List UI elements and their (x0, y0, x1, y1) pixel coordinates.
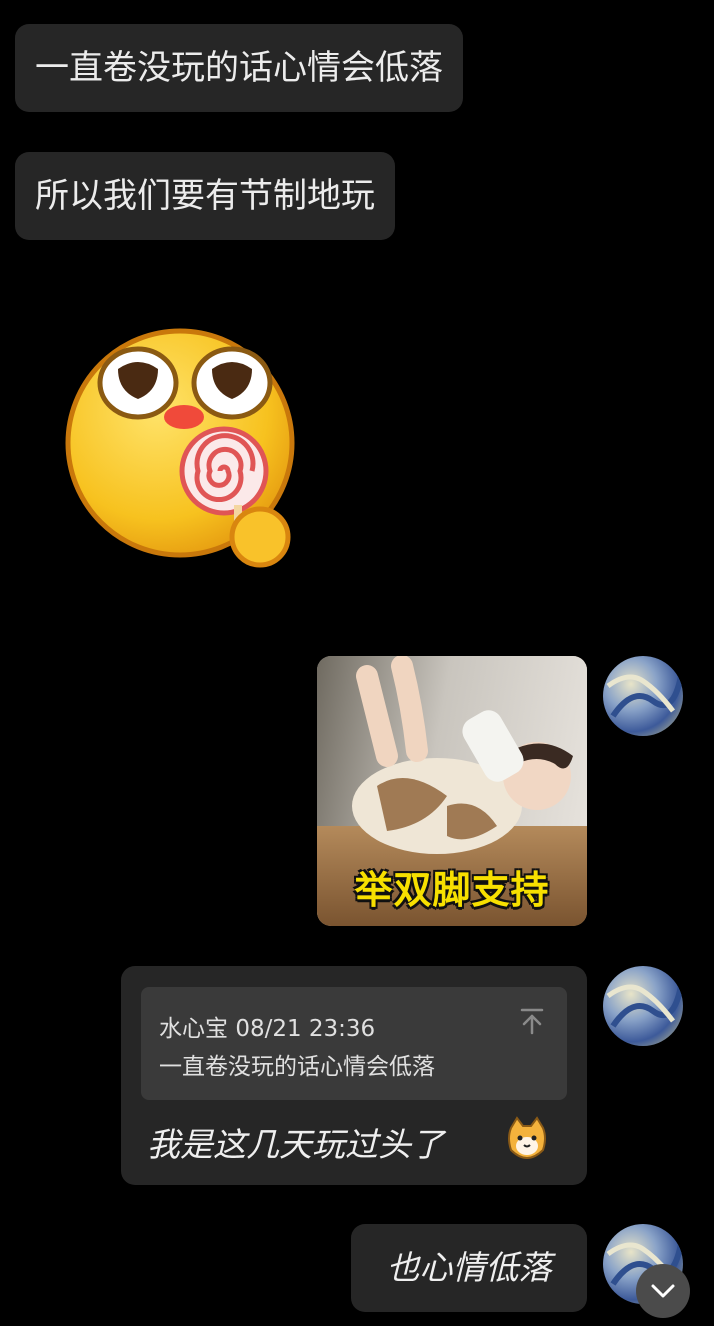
quote-text: 一直卷没玩的话心情会低落 (159, 1054, 435, 1080)
message-bubble-right[interactable]: 也心情低落 (351, 1224, 587, 1312)
message-text: 也心情低落 (386, 1248, 552, 1287)
quote-time: 08/21 23:36 (235, 1016, 376, 1042)
quote-author: 水心宝 (159, 1016, 228, 1042)
image-caption: 举双脚支持 (354, 868, 550, 912)
jump-to-top-icon[interactable] (519, 1007, 545, 1035)
message-text: 一直卷没玩的话心情会低落 (35, 48, 443, 88)
lollipop-emoji-icon[interactable] (60, 325, 300, 575)
message-text: 所以我们要有节制地玩 (35, 176, 375, 216)
cat-emoji-icon (508, 1116, 546, 1160)
quoted-message[interactable]: 水心宝 08/21 23:36 一直卷没玩的话心情会低落 (141, 987, 567, 1100)
chevron-down-icon (651, 1284, 675, 1298)
scroll-to-bottom-button[interactable] (636, 1264, 690, 1318)
message-text: 我是这几天玩过头了 (147, 1125, 444, 1164)
reply-message-bubble[interactable]: 水心宝 08/21 23:36 一直卷没玩的话心情会低落 我是这几天玩过头了 (121, 966, 587, 1185)
message-bubble-left[interactable]: 所以我们要有节制地玩 (15, 152, 395, 240)
gif-image[interactable]: 举双脚支持 (317, 656, 587, 926)
avatar[interactable] (603, 966, 683, 1046)
message-bubble-left[interactable]: 一直卷没玩的话心情会低落 (15, 24, 463, 112)
quote-meta: 水心宝 08/21 23:36 (159, 1009, 375, 1043)
avatar[interactable] (603, 656, 683, 736)
